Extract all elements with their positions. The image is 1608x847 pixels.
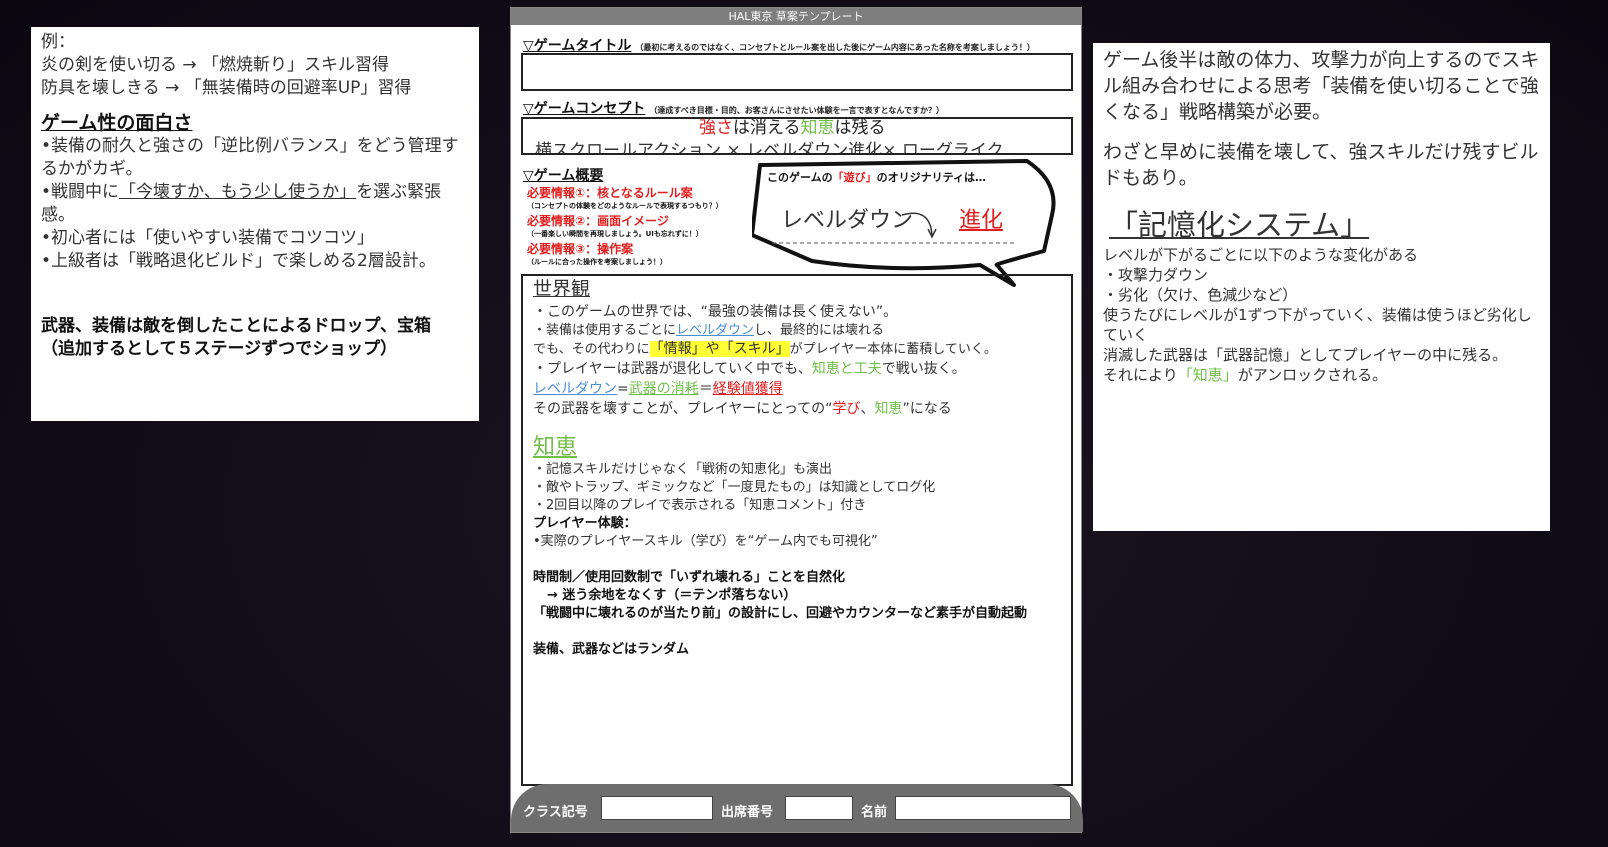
main-content-box: 世界観 ・このゲームの世界では、“最強の装備は長く使えない”。 ・装備は使用する… — [521, 274, 1073, 786]
w2c: し、最終的には壊れる — [754, 323, 885, 338]
concept-remain: は残る — [834, 118, 886, 138]
w4b: 知恵と工夫 — [811, 361, 882, 377]
drop-note-1: 武器、装備は敵を倒したことによるドロップ、宝箱 — [41, 316, 431, 336]
w6e: ”になる — [902, 401, 952, 417]
memory-line-4: 使うたびにレベルが1ずつ下がっていく、装備は使うほど劣化していく — [1103, 306, 1532, 344]
wisdom-title: 知恵 — [533, 435, 578, 460]
w3b: 「情報」や「スキル」 — [649, 341, 790, 357]
name-label: 名前 — [861, 805, 888, 820]
class-code-label: クラス記号 — [523, 805, 588, 820]
req-2-sub: （一番楽しい瞬間を再現しましょう。UIも忘れずに！） — [527, 230, 703, 238]
draft-template-sheet: HAL東京 草案テンプレート ▽ゲームタイトル （最初に考えるのではなく、コンセプ… — [510, 7, 1083, 833]
fun-bullet-2: •戦闘中に「今壊すか、もう少し使うか」を選ぶ緊張感。 — [41, 181, 469, 227]
world-line-6: その武器を壊すことが、プレイヤーにとっての“学び、知恵”になる — [533, 399, 1061, 419]
title-section-label: ▽ゲームタイトル （最初に考えるのではなく、コンセプトとルール案を出した後にゲーム… — [523, 35, 1035, 55]
req-2: 必要情報②：画面イメージ — [527, 214, 669, 228]
req-3-sub: （ルールに合った操作を考案しましょう！） — [527, 258, 667, 266]
example-line-1: 炎の剣を使い切る → 「燃焼斬り」スキル習得 — [41, 55, 390, 75]
template-header: HAL東京 草案テンプレート — [511, 8, 1081, 25]
example-label: 例： — [41, 32, 75, 52]
random-note: 装備、武器などはランダム — [533, 642, 690, 657]
title-label: ▽ゲームタイトル — [523, 38, 632, 54]
overview-label: ▽ゲーム概要 — [523, 168, 604, 184]
memory-system-heading: 「記憶化システム」 — [1109, 208, 1370, 242]
game-title-field[interactable] — [521, 53, 1073, 91]
req-1: 必要情報①：核となるルール案 — [527, 186, 693, 200]
concept-strength: 強さ — [699, 118, 733, 138]
fun-bullet-2-underlined: 「今壊すか、もう少し使うか」 — [119, 182, 357, 202]
left-note: 例： 炎の剣を使い切る → 「燃焼斬り」スキル習得 防具を壊しきる → 「無装備… — [31, 27, 479, 421]
world-line-4: ・プレイヤーは武器が退化していく中でも、知恵と工夫で戦い抜く。 — [533, 359, 1061, 379]
attendance-number-label: 出席番号 — [721, 805, 774, 820]
right-note: ゲーム後半は敵の体力、攻撃力が向上するのでスキル組み合わせによる思考「装備を使い… — [1093, 43, 1550, 531]
timer-note-2: → 迷う余地をなくす（＝テンポ落ちない） — [547, 588, 797, 603]
memory-line-1: レベルが下がるごとに以下のような変化がある — [1103, 246, 1419, 264]
fun-bullet-3: •初心者には「使いやすい装備でコツコツ」 — [41, 228, 375, 248]
fun-heading: ゲーム性の面白さ — [41, 112, 193, 134]
concept-line-1: 強さは消える知恵は残る — [699, 118, 886, 138]
w6d: 知恵 — [874, 401, 903, 417]
class-code-field[interactable] — [601, 796, 713, 820]
w6b: 学び — [832, 401, 861, 417]
right-paragraph-2: わざと早めに装備を壊して、強スキルだけ残すビルドもあり。 — [1103, 141, 1539, 189]
title-note: （最初に考えるのではなく、コンセプトとルール案を出した後にゲーム内容にあった名称… — [635, 43, 1035, 52]
l6c: がアンロックされる。 — [1237, 366, 1388, 384]
world-title: 世界観 — [533, 278, 591, 300]
bubble-level-down: レベルダウン — [781, 208, 914, 233]
memory-line-6: それにより「知恵」がアンロックされる。 — [1103, 365, 1540, 385]
w3a: でも、その代わりに — [533, 342, 650, 357]
right-paragraph-1: ゲーム後半は敵の体力、攻撃力が向上するのでスキル組み合わせによる思考「装備を使い… — [1103, 49, 1540, 123]
l6a: それにより — [1103, 366, 1178, 384]
concept-note: （達成すべき目標・目的、お客さんにさせたい体験を一言で表すとなんですか？） — [649, 106, 944, 115]
world-line-2: ・装備は使用するごとにレベルダウンし、最終的には壊れる — [533, 322, 1061, 340]
req-1-sub: （コンセプトの体験をどのようなルールで表現するつもり？） — [527, 202, 723, 210]
timer-note-1: 時間制／使用回数制で「いずれ壊れる」ことを自然化 — [533, 570, 846, 585]
bubble-play: 「遊び」 — [832, 171, 877, 184]
w2b: レベルダウン — [676, 323, 755, 338]
fun-bullet-1: •装備の耐久と強さの「逆比例バランス」をどう管理するかがカギ。 — [41, 136, 459, 179]
concept-section-label: ▽ゲームコンセプト （達成すべき目標・目的、お客さんにさせたい体験を一言で表すとな… — [523, 98, 944, 118]
timer-note-3: 「戦闘中に壊れるのが当たり前」の設計にし、回避やカウンターなど素手が自動起動 — [533, 606, 1028, 621]
w5a: レベルダウン — [533, 381, 617, 397]
name-field[interactable] — [895, 796, 1071, 820]
player-experience-1: •実際のプレイヤースキル（学び）を“ゲーム内でも可視化” — [533, 534, 878, 549]
w3c: がプレイヤー本体に蓄積していく。 — [789, 342, 997, 357]
concept-wisdom: 知恵 — [800, 118, 835, 138]
bubble-post: のオリジナリティは… — [876, 171, 987, 184]
concept-label: ▽ゲームコンセプト — [523, 101, 646, 117]
l6b: 「知恵」 — [1177, 366, 1238, 384]
w6a: その武器を壊すことが、プレイヤーにとっての“ — [533, 401, 833, 417]
w5d: ＝ — [698, 381, 713, 397]
wisdom-line-3: ・2回目以降のプレイで表示される「知恵コメント」付き — [533, 498, 867, 513]
w6c: 、 — [860, 401, 875, 417]
w2a: ・装備は使用するごとに — [533, 323, 677, 338]
bubble-caption: このゲームの「遊び」のオリジナリティは… — [767, 169, 986, 185]
world-line-1: ・このゲームの世界では、“最強の装備は長く使えない”。 — [533, 304, 898, 320]
w4a: ・プレイヤーは武器が退化していく中でも、 — [533, 361, 812, 377]
w4c: で戦い抜く。 — [881, 361, 966, 377]
concept-field[interactable]: 強さは消える知恵は残る 横スクロールアクション × レベルダウン進化× ローグラ… — [521, 117, 1073, 155]
example-line-2: 防具を壊しきる → 「無装備時の回避率UP」習得 — [41, 78, 412, 98]
req-3: 必要情報③：操作案 — [527, 242, 634, 256]
memory-line-2: ・攻撃力ダウン — [1103, 266, 1209, 284]
wisdom-line-1: ・記憶スキルだけじゃなく「戦術の知恵化」も演出 — [533, 462, 833, 477]
w5c: 武器の消耗 — [628, 381, 699, 397]
fun-bullet-4: •上級者は「戦略退化ビルド」で楽しめる2層設計。 — [41, 251, 436, 271]
world-line-3: でも、その代わりに「情報」や「スキル」がプレイヤー本体に蓄積していく。 — [533, 340, 1061, 359]
w5e: 経験値獲得 — [712, 381, 783, 397]
attendance-number-field[interactable] — [785, 796, 853, 820]
concept-vanish: は消える — [733, 118, 801, 138]
bubble-evolution: 進化 — [959, 208, 1004, 233]
w5b: = — [617, 381, 629, 397]
player-experience-label: プレイヤー体験： — [533, 516, 637, 531]
memory-line-3: ・劣化（欠け、色減少など） — [1103, 286, 1298, 304]
template-footer: クラス記号 出席番号 名前 — [511, 784, 1083, 832]
world-line-5: レベルダウン=武器の消耗＝経験値獲得 — [533, 379, 1061, 399]
bubble-pre: このゲームの — [767, 171, 833, 184]
fun-bullet-2-pre: •戦闘中に — [41, 182, 120, 202]
overview-section-label: ▽ゲーム概要 — [523, 165, 603, 185]
memory-line-5: 消滅した武器は「武器記憶」としてプレイヤーの中に残る。 — [1103, 346, 1508, 364]
wisdom-line-2: ・敵やトラップ、ギミックなど「一度見たもの」は知識としてログ化 — [533, 480, 936, 495]
drop-note-2: （追加するとして５ステージずつでショップ） — [41, 339, 398, 359]
